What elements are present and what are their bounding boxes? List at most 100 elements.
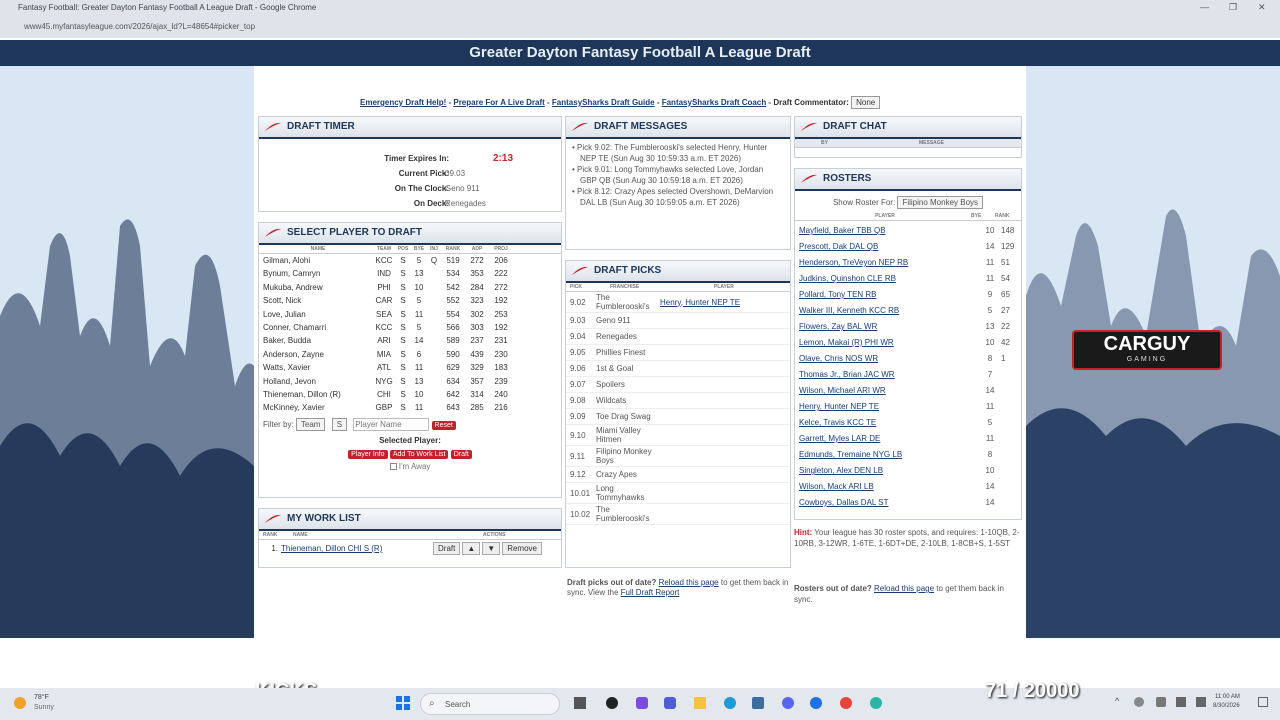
discord-icon[interactable]	[782, 697, 794, 709]
roster-rank: 65	[1001, 290, 1010, 299]
draft-coach-link[interactable]: FantasySharks Draft Coach	[662, 98, 766, 107]
roster-player-link[interactable]: Cowboys, Dallas DAL ST	[799, 495, 979, 509]
volume-icon[interactable]	[1196, 697, 1206, 707]
player-cell: 272	[494, 282, 508, 292]
minimize-icon[interactable]: —	[1200, 2, 1209, 12]
reload-rosters-link[interactable]: Reload this page	[874, 584, 934, 593]
picks-table-header: PICK FRANCHISE PLAYER	[566, 283, 790, 292]
player-cell: S	[400, 322, 406, 332]
full-draft-report-link[interactable]: Full Draft Report	[621, 588, 680, 597]
player-row[interactable]: Mukuba, Andrew PHI S 10 542 284 272	[259, 281, 561, 294]
roster-row: Judkins, Quinshon CLE RB 11 54	[795, 271, 1021, 287]
app-icon-1[interactable]	[606, 697, 618, 709]
app-icon-3[interactable]	[810, 697, 822, 709]
roster-player-link[interactable]: Wilson, Michael ARI WR	[799, 383, 979, 399]
emergency-help-link[interactable]: Emergency Draft Help!	[360, 98, 446, 107]
position-filter-select[interactable]: S	[331, 418, 348, 431]
player-cell: 192	[494, 296, 508, 306]
move-down-button[interactable]: ▼	[482, 542, 501, 555]
roster-player-link[interactable]: Mayfield, Baker TBB QB	[799, 223, 979, 239]
roster-player-link[interactable]: Judkins, Quinshon CLE RB	[799, 271, 979, 287]
draft-button[interactable]: Draft	[450, 450, 472, 459]
player-row[interactable]: Gilman, Alohi KCC S 5 Q 519 272 206	[259, 254, 561, 267]
tray-icon-1[interactable]	[1134, 697, 1144, 707]
commentator-select[interactable]: None	[851, 96, 881, 109]
player-cell: 542	[446, 282, 460, 292]
edge-icon[interactable]	[724, 697, 736, 709]
player-row[interactable]: Scott, Nick CAR S 5 552 323 192	[259, 294, 561, 307]
roster-player-link[interactable]: Prescott, Dak DAL QB	[799, 239, 979, 255]
player-row[interactable]: Bynum, Camryn IND S 13 534 353 222	[259, 267, 561, 280]
pick-player[interactable]: Henry, Hunter NEP TE	[660, 298, 740, 307]
player-row[interactable]: Thieneman, Dillon (R) CHI S 10 642 314 240	[259, 388, 561, 401]
reset-button[interactable]: Reset	[431, 421, 456, 430]
work-list-draft-button[interactable]: Draft	[433, 542, 461, 555]
tray-chevron-icon[interactable]: ^	[1115, 696, 1119, 706]
notifications-icon[interactable]	[1258, 697, 1268, 707]
roster-bye: 8	[987, 450, 993, 459]
windows-start-icon[interactable]	[396, 696, 410, 710]
network-icon[interactable]	[1176, 697, 1186, 707]
clock-date[interactable]: 8/30/2026	[1213, 703, 1240, 709]
pick-row: 9.11 Filipino Monkey Boys	[566, 446, 790, 467]
work-list-player-link[interactable]: Thieneman, Dillon CHI S (R)	[281, 544, 433, 553]
roster-player-link[interactable]: Pollard, Tony TEN RB	[799, 287, 979, 303]
roster-player-link[interactable]: Henry, Hunter NEP TE	[799, 399, 979, 415]
player-cell: 11	[414, 363, 424, 373]
away-checkbox[interactable]	[389, 463, 397, 471]
restore-icon[interactable]: ❐	[1229, 2, 1237, 13]
roster-player-link[interactable]: Flowers, Zay BAL WR	[799, 319, 979, 335]
roster-rank: 148	[1001, 226, 1015, 235]
player-row[interactable]: Conner, Chamarri KCC S 5 566 303 192	[259, 321, 561, 334]
player-row[interactable]: McKinney, Xavier GBP S 11 643 285 216	[259, 401, 561, 412]
player-row[interactable]: Love, Julian SEA S 11 554 302 253	[259, 308, 561, 321]
roster-player-link[interactable]: Olave, Chris NOS WR	[799, 351, 979, 367]
roster-player-link[interactable]: Thomas Jr., Brian JAC WR	[799, 367, 979, 383]
prepare-link[interactable]: Prepare For A Live Draft	[453, 98, 544, 107]
panel-title: ROSTERS	[823, 173, 872, 184]
team-filter-select[interactable]: Team	[295, 418, 326, 431]
remove-button[interactable]: Remove	[502, 542, 542, 555]
roster-player-link[interactable]: Wilson, Mack ARI LB	[799, 479, 979, 495]
app-icon-4[interactable]	[870, 697, 882, 709]
app-icon-2[interactable]	[636, 697, 648, 709]
weather-icon[interactable]	[14, 697, 26, 709]
teams-icon[interactable]	[664, 697, 676, 709]
player-info-button[interactable]: Player Info	[348, 450, 388, 459]
player-name: Baker, Budda	[263, 336, 312, 346]
clock-time[interactable]: 11:00 AM	[1215, 694, 1240, 700]
roster-player-link[interactable]: Garrett, Myles LAR DE	[799, 431, 979, 447]
player-cell: 643	[446, 403, 460, 412]
roster-player-link[interactable]: Singleton, Alex DEN LB	[799, 463, 979, 479]
player-name-input[interactable]	[353, 418, 430, 431]
roster-select[interactable]: Filipino Monkey Boys	[897, 196, 984, 209]
roster-row: Garrett, Myles LAR DE 11	[795, 431, 1021, 447]
tray-icon-2[interactable]	[1156, 697, 1166, 707]
close-icon[interactable]: ✕	[1258, 2, 1266, 13]
add-to-work-list-button[interactable]: Add To Work List	[389, 450, 449, 459]
player-cell: 357	[470, 376, 484, 386]
file-explorer-icon[interactable]	[694, 697, 706, 709]
draft-guide-link[interactable]: FantasySharks Draft Guide	[552, 98, 655, 107]
roster-player-link[interactable]: Walker III, Kenneth KCC RB	[799, 303, 979, 319]
draft-picks-panel: DRAFT PICKS PICK FRANCHISE PLAYER 9.02 Th…	[565, 260, 791, 568]
roster-player-link[interactable]: Kelce, Travis KCC TE	[799, 415, 979, 431]
player-row[interactable]: Anderson, Zayne MIA S 6 590 439 230	[259, 348, 561, 361]
address-bar[interactable]: www45.myfantasyleague.com/2026/ajax_ld?L…	[24, 22, 255, 31]
chrome-icon[interactable]	[840, 697, 852, 709]
reload-picks-link[interactable]: Reload this page	[659, 578, 719, 587]
player-row[interactable]: Holland, Jevon NYG S 13 634 357 239	[259, 375, 561, 388]
roster-bye: 11	[985, 258, 995, 267]
roster-player-link[interactable]: Henderson, TreVeyon NEP RB	[799, 255, 979, 271]
draft-timer-panel: DRAFT TIMER Timer Expires In: Current Pi…	[258, 116, 562, 212]
pick-row: 9.03 Geno 911	[566, 313, 790, 329]
roster-player-link[interactable]: Edmunds, Tremaine NYG LB	[799, 447, 979, 463]
roster-player-link[interactable]: Lemon, Makai (R) PHI WR	[799, 335, 979, 351]
task-view-icon[interactable]	[574, 697, 586, 709]
taskbar-search[interactable]: ⌕ Search	[420, 693, 560, 715]
move-up-button[interactable]: ▲	[462, 542, 481, 555]
player-row[interactable]: Baker, Budda ARI S 14 589 237 231	[259, 334, 561, 347]
player-cell: 237	[470, 336, 484, 346]
store-icon[interactable]	[752, 697, 764, 709]
player-row[interactable]: Watts, Xavier ATL S 11 629 329 183	[259, 361, 561, 374]
